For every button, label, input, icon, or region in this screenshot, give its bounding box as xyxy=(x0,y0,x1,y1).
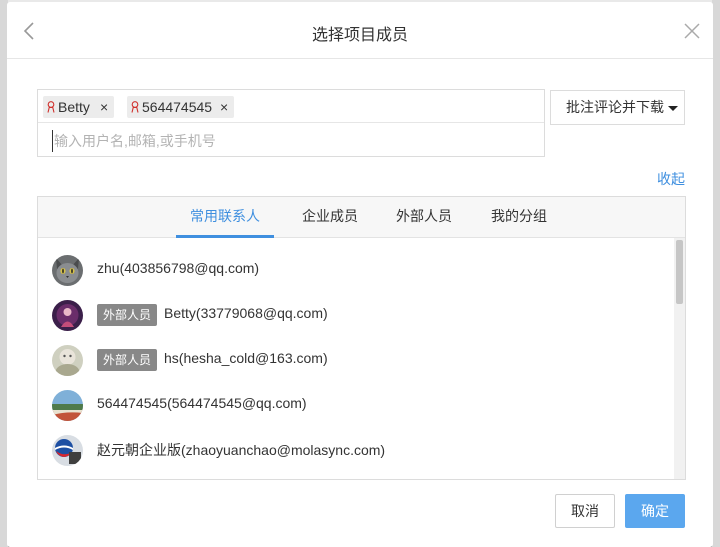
selected-tag-betty: Betty × xyxy=(43,96,114,118)
selected-tags-row: Betty × 564474545 × xyxy=(38,90,544,123)
contacts-panel: 常用联系人 企业成员 外部人员 我的分组 zhu(403856798@qq.co… xyxy=(37,196,686,480)
remove-tag-button[interactable]: × xyxy=(100,96,108,118)
cancel-button[interactable]: 取消 xyxy=(555,494,615,528)
avatar xyxy=(52,300,83,331)
collapse-link[interactable]: 收起 xyxy=(657,169,685,189)
contact-row[interactable]: 赵元朝企业版(zhaoyuanchao@molasync.com) xyxy=(38,427,674,472)
confirm-button[interactable]: 确定 xyxy=(625,494,685,528)
contacts-list: zhu(403856798@qq.com) 外部人员 Betty(3377906… xyxy=(38,238,685,479)
close-icon xyxy=(684,23,700,39)
select-members-dialog: 选择项目成员 Betty × 564474545 × 输入用户名,邮箱,或手机号… xyxy=(7,2,713,547)
tab-external-members[interactable]: 外部人员 xyxy=(384,197,464,238)
contact-name: Betty(33779068@qq.com) xyxy=(164,305,328,321)
selected-tag-label: 564474545 xyxy=(142,99,213,115)
selected-tag-564474545: 564474545 × xyxy=(127,96,234,118)
user-icon xyxy=(131,101,139,113)
dialog-title: 选择项目成员 xyxy=(311,27,408,44)
contact-row[interactable]: 外部人员 Betty(33779068@qq.com) xyxy=(38,292,674,337)
contacts-tabs: 常用联系人 企业成员 外部人员 我的分组 xyxy=(38,197,685,238)
contact-row[interactable]: zhu(403856798@qq.com) xyxy=(38,247,674,292)
scrollbar[interactable] xyxy=(674,238,685,479)
dialog-header: 选择项目成员 xyxy=(7,2,713,59)
avatar xyxy=(52,390,83,421)
caret-down-icon xyxy=(668,106,678,111)
tab-frequent-contacts[interactable]: 常用联系人 xyxy=(176,197,274,238)
annotate-download-dropdown[interactable]: 批注评论并下载 xyxy=(550,90,685,125)
close-button[interactable] xyxy=(683,22,701,40)
annotate-download-label: 批注评论并下载 xyxy=(566,99,664,115)
avatar xyxy=(52,255,83,286)
external-member-badge: 外部人员 xyxy=(97,304,158,326)
member-search-input[interactable] xyxy=(52,130,522,152)
scrollbar-thumb[interactable] xyxy=(676,240,683,304)
external-member-badge: 外部人员 xyxy=(97,349,158,371)
remove-tag-button[interactable]: × xyxy=(220,96,228,118)
contact-name: hs(hesha_cold@163.com) xyxy=(164,350,328,366)
avatar xyxy=(52,345,83,376)
member-picker: Betty × 564474545 × xyxy=(37,89,545,157)
tab-my-groups[interactable]: 我的分组 xyxy=(479,197,559,238)
contact-name: 赵元朝企业版(zhaoyuanchao@molasync.com) xyxy=(97,442,386,458)
background-page-right-edge xyxy=(712,0,720,547)
user-icon xyxy=(47,101,55,113)
contact-name: 564474545(564474545@qq.com) xyxy=(97,395,307,411)
contact-name: zhu(403856798@qq.com) xyxy=(97,260,260,276)
selected-tag-label: Betty xyxy=(58,99,90,115)
contact-row[interactable]: 外部人员 hs(hesha_cold@163.com) xyxy=(38,337,674,382)
tab-company-members[interactable]: 企业成员 xyxy=(290,197,370,238)
contact-row[interactable]: 564474545(564474545@qq.com) xyxy=(38,382,674,427)
avatar xyxy=(52,435,83,466)
